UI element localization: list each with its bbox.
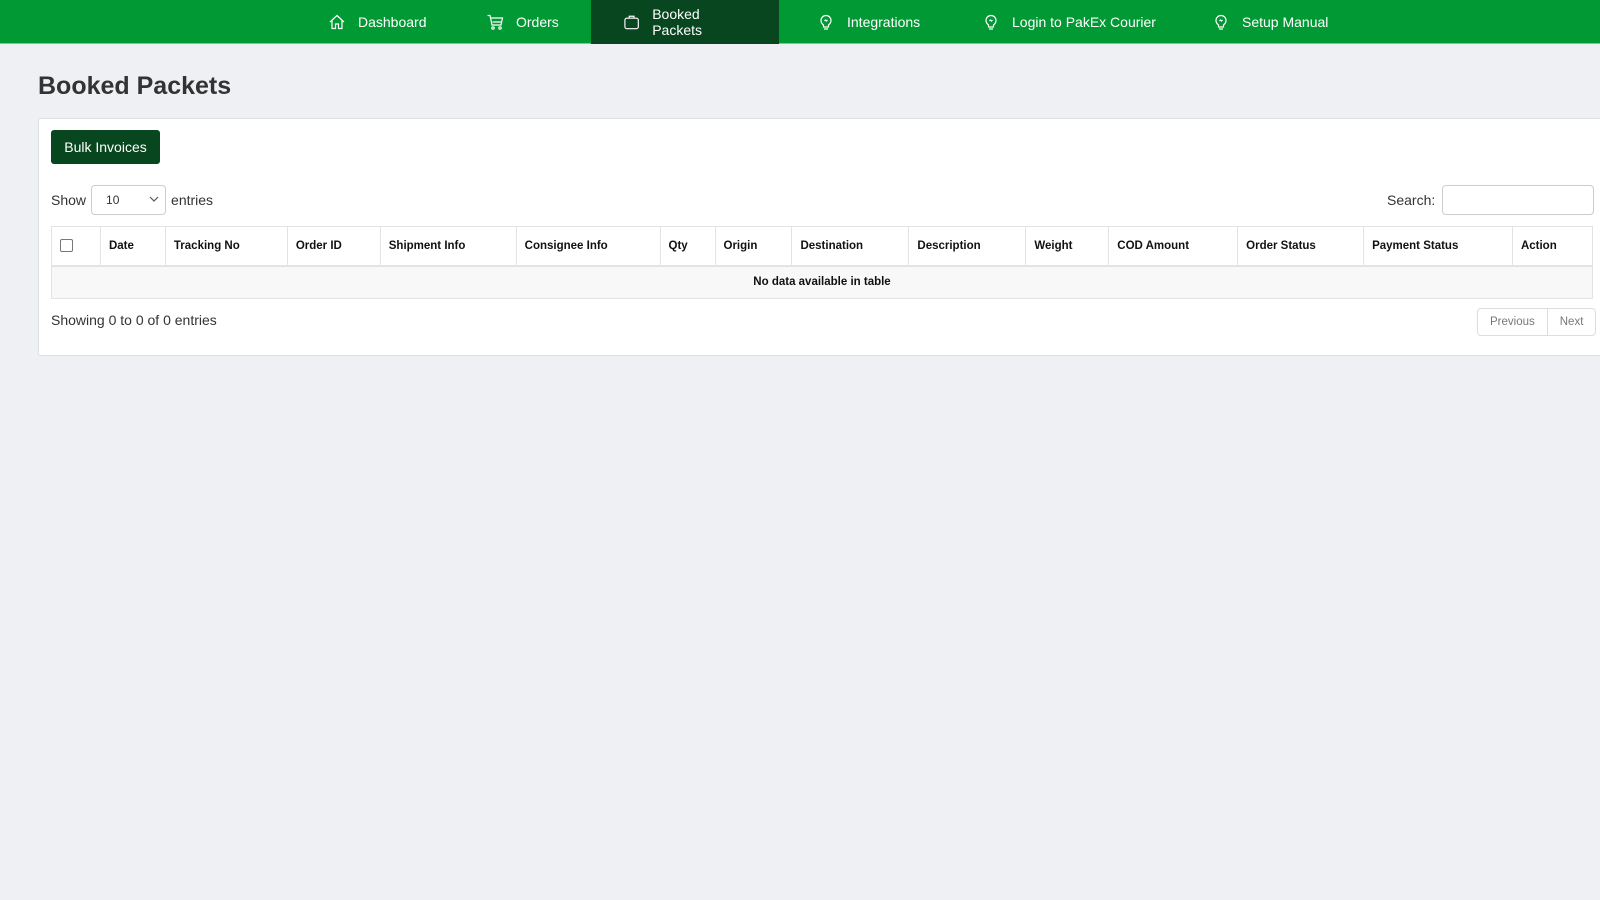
booked-packets-table: Date Tracking No Order ID Shipment Info … xyxy=(51,226,1594,299)
bag-icon xyxy=(624,15,639,30)
show-label: Show xyxy=(51,192,87,208)
search-control: Search: xyxy=(1387,185,1595,215)
nav-item-label: Orders xyxy=(516,14,559,30)
lightbulb-icon xyxy=(1215,14,1227,30)
column-header-description[interactable]: Description xyxy=(908,226,1027,267)
nav-item-setup-manual[interactable]: Setup Manual xyxy=(1180,0,1358,44)
nav-item-label: Setup Manual xyxy=(1242,14,1329,30)
entries-label: entries xyxy=(171,192,214,208)
column-header-origin[interactable]: Origin xyxy=(714,226,793,267)
column-header-cod-amount[interactable]: COD Amount xyxy=(1108,226,1239,267)
empty-table-message: No data available in table xyxy=(51,265,1593,299)
home-icon xyxy=(329,14,345,30)
select-all-checkbox[interactable] xyxy=(60,239,73,253)
page-length-value: 10 xyxy=(106,193,120,207)
nav-item-login-pakex[interactable]: Login to PakEx Courier xyxy=(950,0,1186,44)
chevron-down-icon xyxy=(149,196,159,202)
nav-item-orders[interactable]: Orders xyxy=(454,0,589,44)
column-header-consignee-info[interactable]: Consignee Info xyxy=(515,226,661,267)
booked-packets-card: Bulk Invoices Show 10 entries Search: Da… xyxy=(38,118,1600,356)
nav-item-integrations[interactable]: Integrations xyxy=(785,0,950,44)
select-all-header xyxy=(51,226,101,267)
column-header-date[interactable]: Date xyxy=(99,226,166,267)
column-header-qty[interactable]: Qty xyxy=(659,226,716,267)
page-length-control: Show 10 entries xyxy=(51,185,213,215)
column-header-order-status[interactable]: Order Status xyxy=(1237,226,1365,267)
cart-icon xyxy=(487,14,504,30)
next-page-button[interactable]: Next xyxy=(1546,309,1596,335)
nav-item-label: Booked Packets xyxy=(652,6,703,38)
page-title: Booked Packets xyxy=(38,72,232,100)
column-header-shipment-info[interactable]: Shipment Info xyxy=(379,226,517,267)
column-header-destination[interactable]: Destination xyxy=(791,226,910,267)
column-header-payment-status[interactable]: Payment Status xyxy=(1363,226,1513,267)
nav-item-booked-packets[interactable]: Booked Packets xyxy=(591,0,779,44)
column-header-tracking-no[interactable]: Tracking No xyxy=(164,226,288,267)
pagination: Previous Next xyxy=(1477,308,1597,336)
nav-item-label: Dashboard xyxy=(358,14,427,30)
table-info: Showing 0 to 0 of 0 entries xyxy=(51,312,217,328)
table-header-row: Date Tracking No Order ID Shipment Info … xyxy=(51,226,1594,267)
lightbulb-icon xyxy=(820,14,832,30)
table-row-empty: No data available in table xyxy=(51,265,1593,299)
lightbulb-icon xyxy=(985,14,997,30)
search-input[interactable] xyxy=(1442,185,1595,215)
column-header-weight[interactable]: Weight xyxy=(1025,226,1110,267)
top-navbar: Dashboard Orders Booked Packets Integrat… xyxy=(0,0,1600,44)
nav-item-label: Login to PakEx Courier xyxy=(1012,14,1156,30)
nav-item-label: Integrations xyxy=(847,14,921,30)
previous-page-button[interactable]: Previous xyxy=(1478,309,1547,335)
page-length-select[interactable]: 10 xyxy=(91,185,167,215)
nav-item-dashboard[interactable]: Dashboard xyxy=(296,0,457,44)
column-header-order-id[interactable]: Order ID xyxy=(286,226,381,267)
bulk-invoices-button[interactable]: Bulk Invoices xyxy=(51,130,160,164)
column-header-action[interactable]: Action xyxy=(1511,226,1594,267)
search-label: Search: xyxy=(1387,192,1436,208)
